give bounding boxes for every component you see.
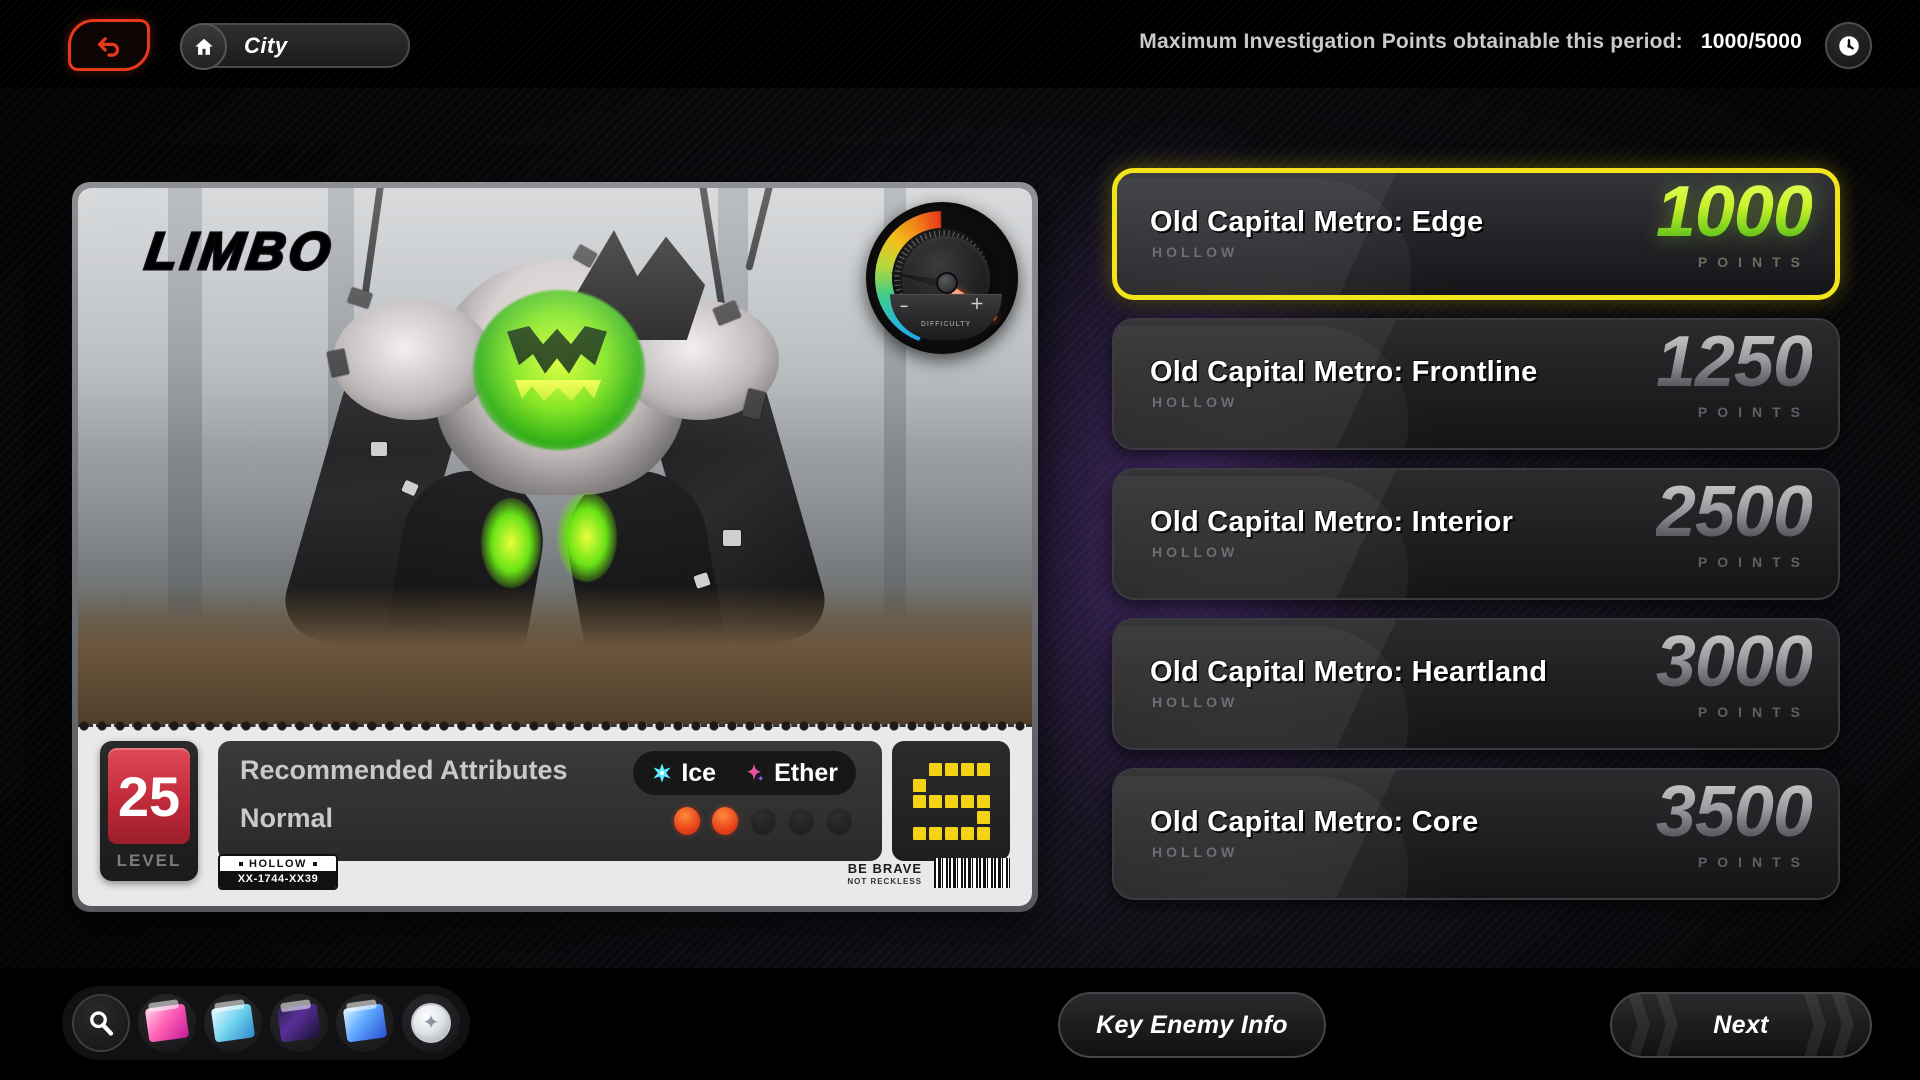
gauge-hub [936, 272, 958, 294]
mission-points: 1250 [1655, 322, 1813, 402]
chevron-right-icon [1804, 994, 1826, 1056]
motto: BE BRAVE NOT RECKLESS [847, 862, 922, 886]
difficulty-dot [826, 807, 852, 835]
rank-pixel-letter [912, 762, 990, 840]
difficulty-dot [674, 807, 700, 835]
difficulty-dots [674, 807, 852, 835]
mission-points-unit: POINTS [1697, 704, 1810, 720]
mission-points: 2500 [1655, 472, 1813, 552]
blue-ticket-button[interactable] [204, 994, 262, 1052]
gauge-minus-icon[interactable]: − [900, 298, 908, 314]
blue-ticket-icon [210, 1003, 256, 1043]
mission-title: Old Capital Metro: Edge [1150, 206, 1484, 238]
motto-line-1: BE BRAVE [847, 861, 922, 876]
search-button[interactable] [72, 994, 130, 1052]
mission-title: Old Capital Metro: Core [1150, 806, 1479, 838]
level-label: LEVEL [116, 851, 182, 870]
mission-subtitle: HOLLOW [1152, 244, 1239, 260]
difficulty-gauge: DIFFICULTY − ＋ [866, 202, 1018, 354]
element-tags: Ice Ether [633, 751, 856, 795]
recommended-attributes-panel: Recommended Attributes Normal Ice Ether [218, 741, 882, 861]
white-medal-button[interactable]: ✦ [402, 994, 460, 1052]
white-medal-icon: ✦ [411, 1003, 451, 1043]
mission-row-edge[interactable]: Old Capital Metro: Edge HOLLOW 1000 POIN… [1112, 168, 1840, 300]
help-clock-icon [1838, 35, 1859, 56]
gauge-label: DIFFICULTY [920, 320, 972, 328]
investigation-points-value: 1000/5000 [1700, 30, 1802, 53]
mission-preview-card: LIMBO DIFFICULTY − ＋ 25 LEVEL Recommende… [72, 182, 1038, 912]
ice-star-icon [653, 763, 671, 783]
search-icon [90, 1011, 114, 1036]
perforation-edge [78, 720, 1032, 732]
mission-points-unit: POINTS [1697, 554, 1810, 570]
home-icon [194, 38, 213, 55]
hollow-tag-name: HOLLOW [249, 858, 307, 870]
mission-row-heartland[interactable]: Old Capital Metro: Heartland HOLLOW 3000… [1112, 618, 1840, 750]
mission-title: Old Capital Metro: Heartland [1150, 656, 1548, 688]
breadcrumb[interactable]: City [180, 23, 410, 70]
mission-list: Old Capital Metro: Edge HOLLOW 1000 POIN… [1112, 168, 1840, 918]
pink-card-pack-icon [144, 1003, 190, 1043]
mission-subtitle: HOLLOW [1152, 844, 1239, 860]
mission-points-unit: POINTS [1697, 854, 1810, 870]
key-enemy-info-button[interactable]: Key Enemy Info [1058, 992, 1326, 1058]
card-inner: LIMBO DIFFICULTY − ＋ 25 LEVEL Recommende… [78, 188, 1032, 906]
chevron-right-icon [1832, 994, 1854, 1056]
mission-points: 3500 [1655, 772, 1813, 852]
blue-card-pack-button[interactable] [336, 994, 394, 1052]
mission-title: Old Capital Metro: Frontline [1150, 356, 1538, 388]
key-enemy-info-label: Key Enemy Info [1096, 1010, 1288, 1039]
hollow-tag: HOLLOW XX-1744-XX39 [218, 854, 338, 890]
hollow-tag-title: HOLLOW [220, 856, 336, 871]
hollow-tag-code: XX-1744-XX39 [220, 871, 336, 888]
rank-badge [892, 741, 1010, 861]
top-bar: City Maximum Investigation Points obtain… [0, 0, 1920, 88]
mission-row-frontline[interactable]: Old Capital Metro: Frontline HOLLOW 1250… [1112, 318, 1840, 450]
mission-subtitle: HOLLOW [1152, 694, 1239, 710]
level-badge: 25 LEVEL [100, 741, 198, 881]
mission-subtitle: HOLLOW [1152, 544, 1239, 560]
level-value: 25 [108, 748, 190, 844]
gauge-plus-icon[interactable]: ＋ [970, 294, 984, 314]
blue-card-pack-icon [342, 1003, 388, 1043]
mission-subtitle: HOLLOW [1152, 394, 1239, 410]
chevron-right-icon [1656, 994, 1678, 1056]
back-arrow-icon [98, 37, 120, 57]
next-button[interactable]: Next [1610, 992, 1872, 1058]
mission-info-strip: 25 LEVEL Recommended Attributes Normal I… [78, 720, 1032, 906]
motto-line-2: NOT RECKLESS [847, 877, 922, 886]
limbo-logo: LIMBO [112, 202, 339, 283]
pink-card-pack-button[interactable] [138, 994, 196, 1052]
dark-star-pack-icon [276, 1003, 322, 1043]
dark-star-pack-button[interactable] [270, 994, 328, 1052]
breadcrumb-label: City [244, 32, 288, 58]
mission-row-core[interactable]: Old Capital Metro: Core HOLLOW 3500 POIN… [1112, 768, 1840, 900]
ether-star-icon [747, 763, 764, 782]
limbo-logo-text: LIMBO [140, 222, 339, 283]
bottom-bar: ✦ Key Enemy Info Next [0, 968, 1920, 1080]
difficulty-dot [788, 807, 814, 835]
back-button[interactable] [68, 19, 150, 71]
next-label: Next [1713, 1010, 1769, 1039]
difficulty-label: Normal [240, 803, 334, 833]
investigation-points-label: Maximum Investigation Points obtainable … [1139, 30, 1683, 53]
app-root: City Maximum Investigation Points obtain… [0, 0, 1920, 1080]
mission-points: 3000 [1655, 622, 1813, 702]
mission-title: Old Capital Metro: Interior [1150, 506, 1514, 538]
investigation-points-status: Maximum Investigation Points obtainable … [1139, 30, 1802, 54]
barcode-icon [934, 858, 1010, 888]
element-name-ether: Ether [774, 758, 838, 787]
mission-points: 1000 [1655, 172, 1813, 252]
tool-tray: ✦ [62, 986, 470, 1060]
chevron-right-icon [1628, 994, 1650, 1056]
home-button[interactable] [180, 23, 227, 70]
mission-row-interior[interactable]: Old Capital Metro: Interior HOLLOW 2500 … [1112, 468, 1840, 600]
difficulty-dot [750, 807, 776, 835]
difficulty-dot [712, 807, 738, 835]
element-name-ice: Ice [681, 758, 717, 787]
mission-points-unit: POINTS [1697, 254, 1810, 270]
help-button[interactable] [1825, 22, 1872, 69]
recommended-attributes-title: Recommended Attributes [240, 755, 568, 785]
mission-points-unit: POINTS [1697, 404, 1810, 420]
